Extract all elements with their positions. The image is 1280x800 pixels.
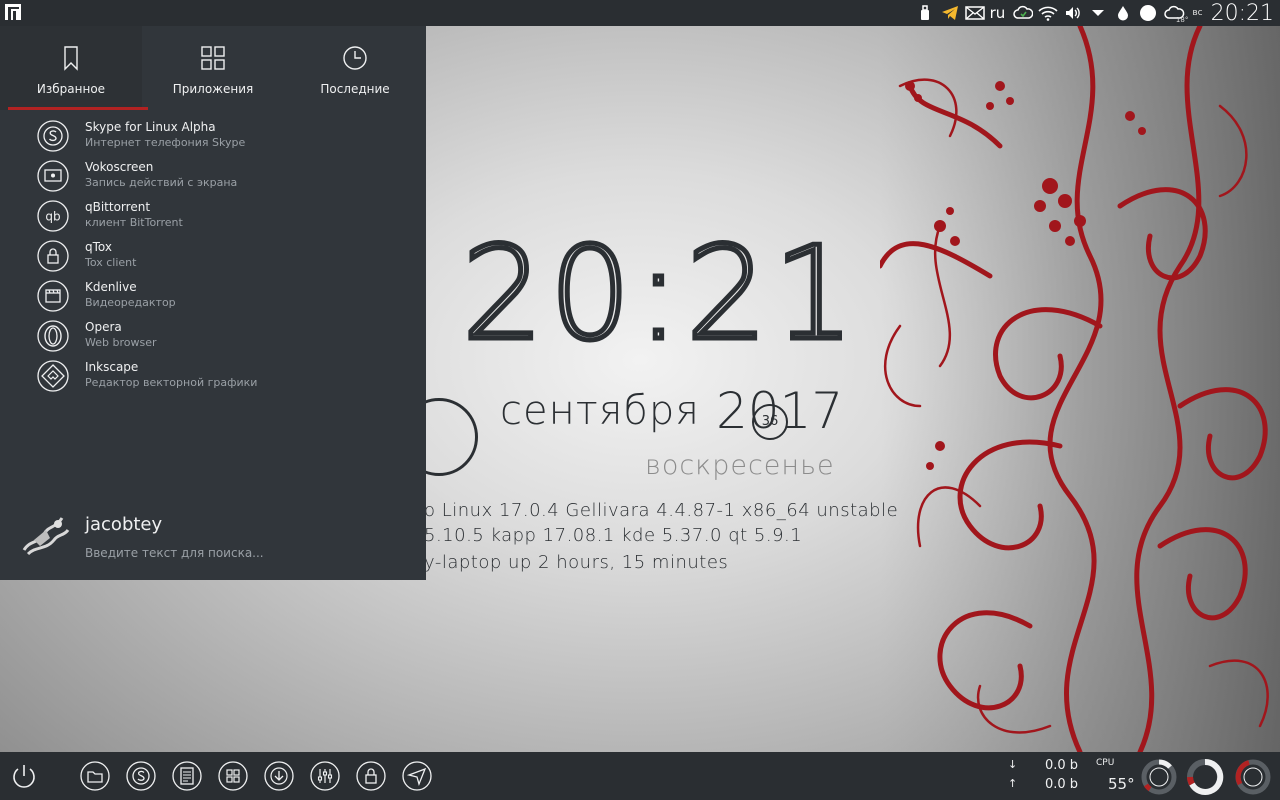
bottom-panel: ↓ 0.0 b ↑ 0.0 b CPU 55° bbox=[0, 752, 1280, 800]
drop-icon[interactable] bbox=[1112, 2, 1134, 24]
floral-ornament bbox=[880, 26, 1280, 752]
conky-weekday: воскресенье bbox=[645, 450, 835, 481]
app-description: Запись действий с экрана bbox=[85, 176, 238, 189]
weather-temperature: 18° bbox=[1175, 16, 1189, 24]
cpu-label: CPU bbox=[1096, 758, 1115, 768]
grid-icon bbox=[201, 46, 225, 70]
application-launcher: Избранное Приложения Последние Skype for… bbox=[0, 26, 426, 580]
skype-icon bbox=[37, 120, 69, 152]
app-item-qtox[interactable]: qTox Tox client bbox=[0, 236, 426, 276]
top-panel: ru 18° вс 20:21 bbox=[0, 0, 1280, 26]
night-mode-icon[interactable] bbox=[1137, 2, 1159, 24]
launcher-tabs: Избранное Приложения Последние bbox=[0, 26, 426, 110]
weekday-abbrev: вс bbox=[1192, 8, 1203, 18]
app-name: Skype for Linux Alpha bbox=[85, 120, 216, 134]
manjaro-logo-icon[interactable] bbox=[3, 2, 23, 22]
app-name: Vokoscreen bbox=[85, 160, 154, 174]
inkscape-icon bbox=[37, 360, 69, 392]
tab-label: Последние bbox=[320, 82, 390, 96]
app-description: Редактор векторной графики bbox=[85, 376, 258, 389]
tray-expand-icon[interactable] bbox=[1087, 2, 1109, 24]
app-name: Inkscape bbox=[85, 360, 139, 374]
conky-versions: 5.10.5 kapp 17.08.1 kde 5.37.0 qt 5.9.1 bbox=[424, 525, 803, 546]
telegram-icon[interactable] bbox=[939, 2, 961, 24]
memory-gauge[interactable] bbox=[1186, 758, 1224, 796]
app-description: Tox client bbox=[85, 256, 137, 269]
calculator-icon[interactable] bbox=[218, 761, 248, 791]
user-area: jacobtey bbox=[0, 510, 426, 580]
tab-recent[interactable]: Последние bbox=[284, 26, 426, 110]
lock-icon[interactable] bbox=[356, 761, 386, 791]
usb-drive-icon[interactable] bbox=[914, 2, 936, 24]
tab-applications[interactable]: Приложения bbox=[142, 26, 284, 110]
mixer-icon[interactable] bbox=[310, 761, 340, 791]
app-description: Видеоредактор bbox=[85, 296, 176, 309]
skype-taskbar-icon[interactable] bbox=[126, 761, 156, 791]
conky-system-info: o Linux 17.0.4 Gellivara 4.4.87-1 x86_64… bbox=[424, 500, 899, 521]
app-item-inkscape[interactable]: Inkscape Редактор векторной графики bbox=[0, 356, 426, 396]
username: jacobtey bbox=[85, 514, 163, 535]
download-icon[interactable] bbox=[264, 761, 294, 791]
net-download-speed: 0.0 b bbox=[1044, 758, 1078, 773]
search-input[interactable] bbox=[85, 546, 405, 560]
app-name: Opera bbox=[85, 320, 122, 334]
keyboard-layout[interactable]: ru bbox=[990, 4, 1006, 22]
upload-arrow-icon: ↑ bbox=[1008, 777, 1018, 790]
weather-icon[interactable]: 18° bbox=[1162, 2, 1188, 24]
cpu-temperature: 55° bbox=[1108, 775, 1135, 793]
screen-record-icon bbox=[37, 160, 69, 192]
app-item-opera[interactable]: Opera Web browser bbox=[0, 316, 426, 356]
volume-icon[interactable] bbox=[1062, 2, 1084, 24]
clock-icon bbox=[343, 46, 367, 70]
mail-icon[interactable] bbox=[964, 2, 986, 24]
app-description: клиент BitTorrent bbox=[85, 216, 183, 229]
tab-favorites[interactable]: Избранное bbox=[0, 26, 148, 110]
app-name: qTox bbox=[85, 240, 112, 254]
app-item-qbittorrent[interactable]: qb qBittorrent клиент BitTorrent bbox=[0, 196, 426, 236]
disk-gauge[interactable] bbox=[1234, 758, 1272, 796]
file-manager-icon[interactable] bbox=[80, 761, 110, 791]
qbittorrent-icon: qb bbox=[37, 200, 69, 232]
opera-icon bbox=[37, 320, 69, 352]
bookmark-icon bbox=[64, 46, 78, 71]
tab-label: Избранное bbox=[36, 82, 106, 96]
favorites-list: Skype for Linux Alpha Интернет телефония… bbox=[0, 116, 426, 396]
send-icon[interactable] bbox=[402, 761, 432, 791]
app-item-kdenlive[interactable]: Kdenlive Видеоредактор bbox=[0, 276, 426, 316]
text-editor-icon[interactable] bbox=[172, 761, 202, 791]
app-description: Web browser bbox=[85, 336, 157, 349]
system-tray: ru 18° вс 20:21 bbox=[911, 0, 1280, 26]
download-arrow-icon: ↓ bbox=[1008, 758, 1018, 771]
kdenlive-icon bbox=[37, 280, 69, 312]
app-name: qBittorrent bbox=[85, 200, 151, 214]
power-icon[interactable] bbox=[9, 761, 39, 791]
app-description: Интернет телефония Skype bbox=[85, 136, 246, 149]
cpu-load-gauge[interactable] bbox=[1140, 758, 1178, 796]
conky-week-number: 36 bbox=[752, 404, 788, 440]
net-upload-speed: 0.0 b bbox=[1044, 777, 1078, 792]
conky-date: сентября bbox=[500, 388, 700, 434]
network-monitor: ↓ 0.0 b ↑ 0.0 b bbox=[1008, 758, 1078, 796]
svg-text:qb: qb bbox=[45, 210, 60, 224]
conky-clock: 20:21 bbox=[462, 226, 842, 356]
panel-clock[interactable]: 20:21 bbox=[1211, 1, 1274, 26]
wifi-icon[interactable] bbox=[1037, 2, 1059, 24]
app-item-vokoscreen[interactable]: Vokoscreen Запись действий с экрана bbox=[0, 156, 426, 196]
avatar[interactable] bbox=[20, 510, 70, 556]
app-item-skype[interactable]: Skype for Linux Alpha Интернет телефония… bbox=[0, 116, 426, 156]
qtox-icon bbox=[37, 240, 69, 272]
tab-label: Приложения bbox=[172, 82, 254, 96]
cloud-sync-icon[interactable] bbox=[1012, 2, 1034, 24]
conky-clock-text: 20:21 bbox=[462, 226, 842, 356]
conky-uptime: y-laptop up 2 hours, 15 minutes bbox=[424, 552, 729, 573]
app-name: Kdenlive bbox=[85, 280, 137, 294]
